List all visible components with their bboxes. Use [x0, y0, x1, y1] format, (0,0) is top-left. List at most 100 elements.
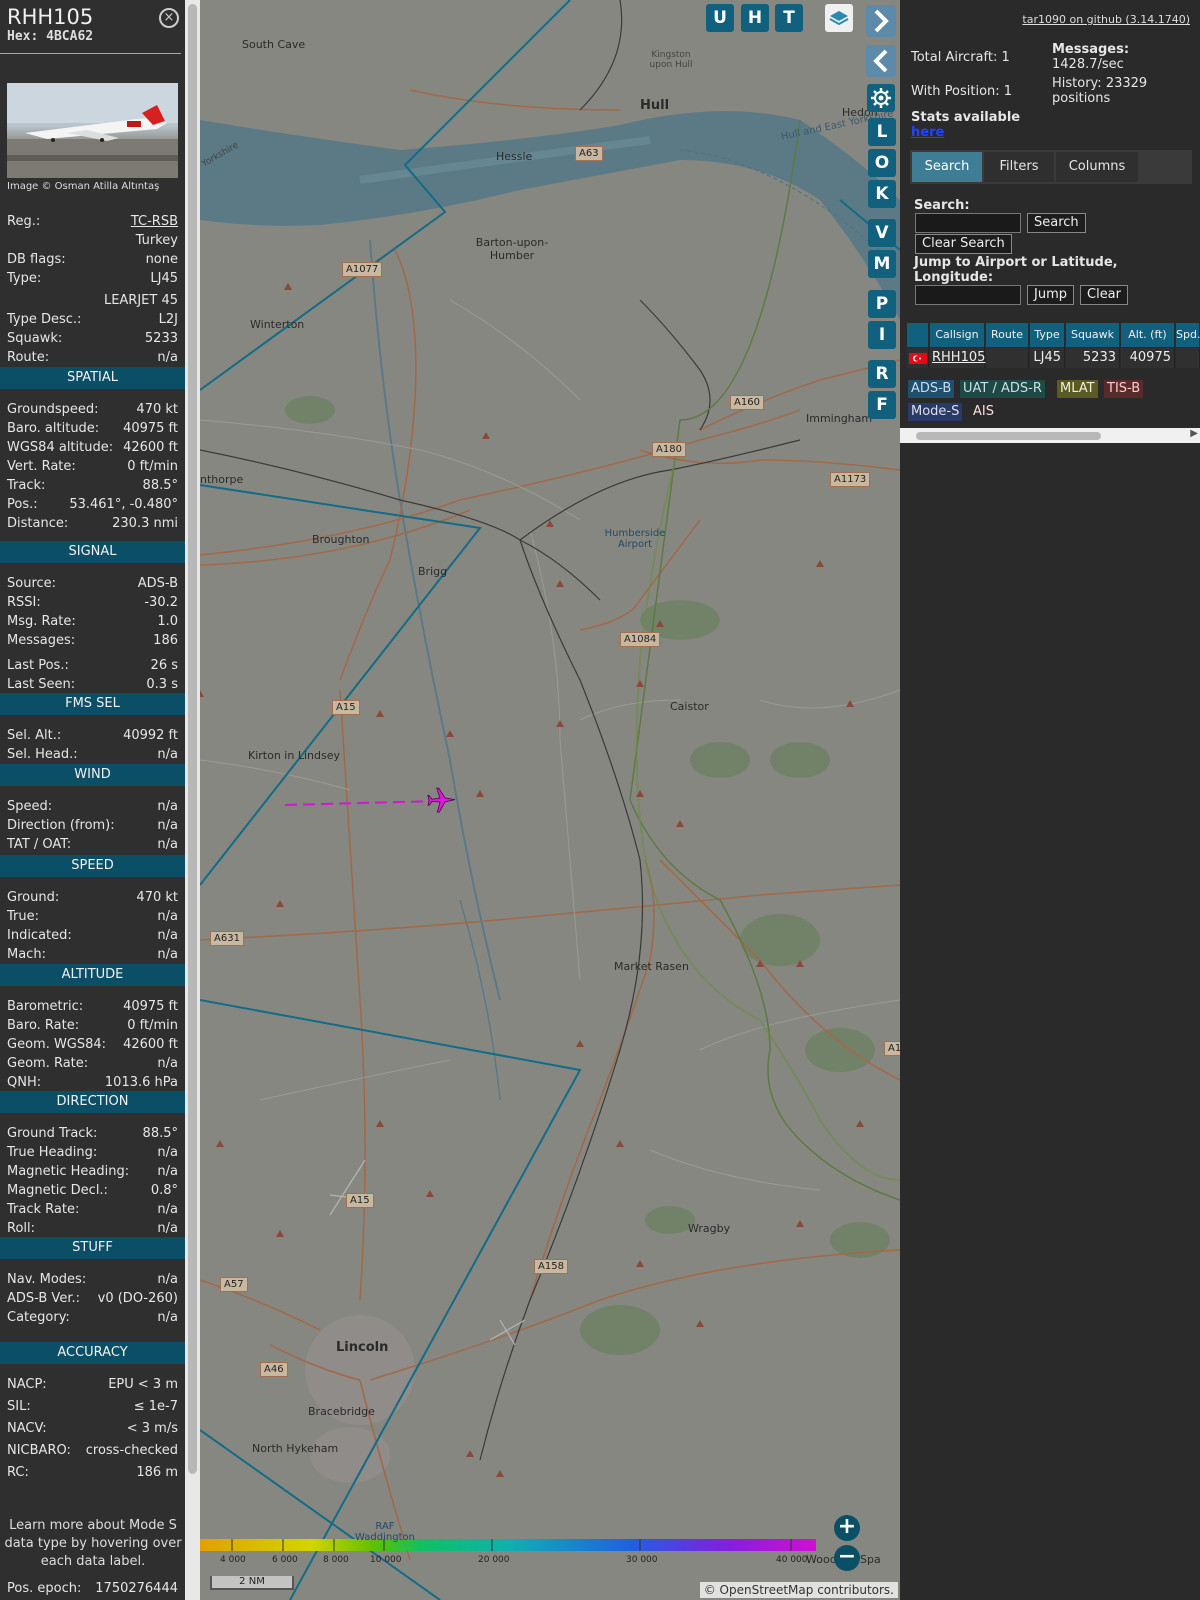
tab-search[interactable]: Search [912, 152, 982, 182]
info-row-label[interactable]: Type: [7, 271, 41, 286]
search-button[interactable]: Search [1027, 213, 1086, 233]
info-row-label[interactable]: Sel. Head.: [7, 747, 78, 762]
info-row-label[interactable]: RSSI: [7, 595, 41, 610]
info-row-label[interactable]: Baro. altitude: [7, 421, 99, 436]
table-row-squawk[interactable]: 5233 [1066, 348, 1120, 368]
info-row-label[interactable]: Baro. Rate: [7, 1018, 79, 1033]
info-row-label[interactable]: WGS84 altitude: [7, 440, 113, 455]
toggle-F-button[interactable]: F [868, 391, 896, 419]
info-row-label[interactable]: Nav. Modes: [7, 1272, 86, 1287]
info-panel-scrollbar[interactable] [185, 0, 200, 1600]
table-horizontal-scrollbar[interactable]: ▶ [900, 428, 1200, 443]
info-row-label[interactable]: True: [7, 909, 39, 924]
close-icon[interactable]: × [159, 8, 179, 28]
info-row-label[interactable]: Track: [7, 478, 45, 493]
toggle-R-button[interactable]: R [868, 360, 896, 388]
info-row-label[interactable]: NICBARO: [7, 1443, 71, 1458]
info-row-label[interactable]: Roll: [7, 1221, 35, 1236]
info-row-label[interactable]: Mach: [7, 947, 46, 962]
table-row-flag[interactable] [907, 348, 929, 368]
table-header-squawk[interactable]: Squawk [1066, 323, 1120, 347]
info-row-label[interactable]: Geom. Rate: [7, 1056, 88, 1071]
scroll-right-icon[interactable]: ▶ [1190, 428, 1198, 439]
info-row-label[interactable]: Messages: [7, 633, 75, 648]
table-header-route[interactable]: Route [986, 323, 1029, 347]
map-view[interactable]: South Cave Hull Hessle Barton-upon-Humber Wi… [200, 0, 900, 1600]
toggle-I-button[interactable]: I [868, 321, 896, 349]
info-row-label[interactable]: Pos.: [7, 497, 38, 512]
info-row-label[interactable]: NACP: [7, 1377, 47, 1392]
toggle-P-button[interactable]: P [868, 290, 896, 318]
info-row-label[interactable]: Distance: [7, 516, 68, 531]
table-header-speed[interactable]: Spd. [1176, 323, 1200, 347]
toggle-V-button[interactable]: V [868, 219, 896, 247]
layers-button[interactable] [825, 4, 853, 32]
info-row-label[interactable]: Reg.: [7, 214, 40, 229]
tab-filters[interactable]: Filters [984, 152, 1054, 182]
table-header-callsign[interactable]: Callsign [930, 323, 985, 347]
settings-button[interactable] [867, 84, 895, 112]
scrollbar-thumb[interactable] [916, 432, 1101, 440]
info-row-label[interactable]: Msg. Rate: [7, 614, 76, 629]
osm-link[interactable]: OpenStreetMap [720, 1583, 814, 1597]
clear-jump-button[interactable]: Clear [1080, 285, 1128, 305]
info-row-label[interactable]: Sel. Alt.: [7, 728, 61, 743]
info-row-label[interactable]: Route: [7, 350, 49, 365]
info-row-label[interactable]: DB flags: [7, 252, 66, 267]
table-row-speed[interactable] [1176, 348, 1200, 368]
collapse-sidebar-button[interactable] [866, 45, 896, 77]
table-header-altitude[interactable]: Alt. (ft) [1121, 323, 1175, 347]
info-row-label[interactable]: Vert. Rate: [7, 459, 76, 474]
toggle-O-button[interactable]: O [868, 149, 896, 177]
jump-button[interactable]: Jump [1027, 285, 1074, 305]
info-row-label[interactable]: Type Desc.: [7, 312, 81, 327]
info-row-label[interactable]: Squawk: [7, 331, 62, 346]
info-row-label[interactable]: RC: [7, 1465, 29, 1480]
table-row-route[interactable] [986, 348, 1029, 368]
aircraft-photo[interactable] [7, 83, 178, 178]
info-row-label[interactable]: Ground: [7, 890, 59, 905]
table-row-altitude[interactable]: 40975 [1121, 348, 1175, 368]
toggle-T-button[interactable]: T [775, 4, 803, 32]
info-row-label[interactable]: Source: [7, 576, 56, 591]
info-row-label[interactable]: QNH: [7, 1075, 41, 1090]
search-input[interactable] [915, 213, 1021, 233]
info-row-label[interactable]: SIL: [7, 1399, 31, 1414]
info-row-label[interactable]: Ground Track: [7, 1126, 97, 1141]
info-row-label[interactable]: NACV: [7, 1421, 47, 1436]
info-row-label[interactable]: Last Seen: [7, 677, 75, 692]
table-row-callsign[interactable]: RHH105 [930, 348, 985, 368]
info-row-value: n/a [157, 1164, 178, 1179]
table-row-type[interactable]: LJ45 [1030, 348, 1065, 368]
expand-sidebar-button[interactable] [866, 5, 896, 37]
info-row-label[interactable]: Direction (from): [7, 818, 115, 833]
toggle-H-button[interactable]: H [741, 4, 769, 32]
zoom-in-button[interactable]: + [834, 1515, 860, 1541]
info-row-label[interactable]: True Heading: [7, 1145, 97, 1160]
info-row-label[interactable]: ADS-B Ver.: [7, 1291, 80, 1306]
info-row-label[interactable]: Category: [7, 1310, 70, 1325]
table-header-type[interactable]: Type [1030, 323, 1065, 347]
stats-link[interactable]: here [911, 125, 944, 140]
jump-input[interactable] [915, 285, 1021, 305]
info-row-label[interactable]: Magnetic Heading: [7, 1164, 129, 1179]
info-row-label[interactable]: Last Pos.: [7, 658, 69, 673]
toggle-M-button[interactable]: M [868, 250, 896, 278]
info-row-label[interactable]: Groundspeed: [7, 402, 98, 417]
tab-columns[interactable]: Columns [1056, 152, 1138, 182]
info-row-label[interactable]: TAT / OAT: [7, 837, 71, 852]
info-row-label[interactable]: Track Rate: [7, 1202, 79, 1217]
info-row-label[interactable]: Barometric: [7, 999, 83, 1014]
github-link[interactable]: tar1090 on github (3.14.1740) [1022, 13, 1190, 26]
info-row-label[interactable]: Indicated: [7, 928, 72, 943]
toggle-L-button[interactable]: L [868, 118, 896, 146]
info-row-label[interactable]: Speed: [7, 799, 52, 814]
toggle-K-button[interactable]: K [868, 180, 896, 208]
zoom-out-button[interactable]: − [834, 1545, 860, 1571]
scrollbar-thumb[interactable] [188, 4, 197, 1474]
info-row-label[interactable]: Geom. WGS84: [7, 1037, 106, 1052]
toggle-U-button[interactable]: U [706, 4, 734, 32]
info-row-value[interactable]: TC-RSB [131, 214, 178, 229]
info-row-label[interactable]: Magnetic Decl.: [7, 1183, 108, 1198]
clear-search-button[interactable]: Clear Search [915, 234, 1012, 254]
